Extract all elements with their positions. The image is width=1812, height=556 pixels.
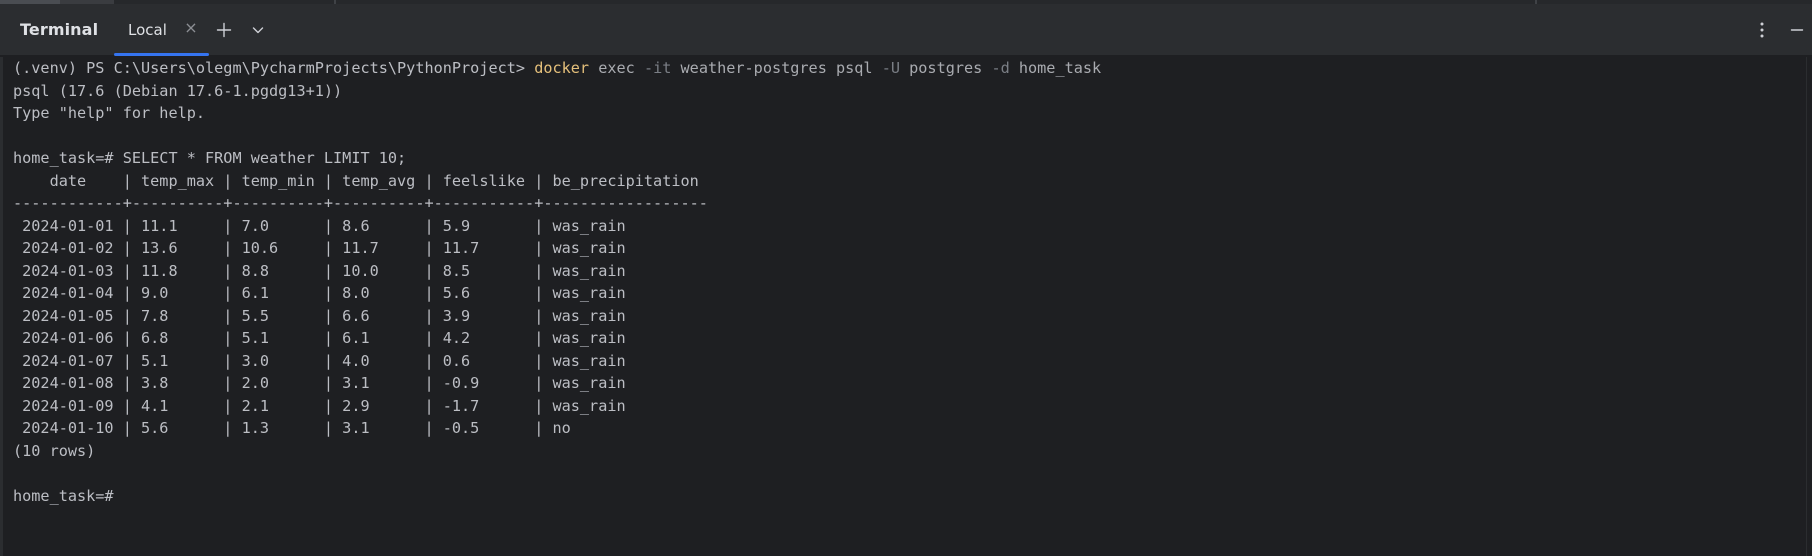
command-flag: -it <box>643 59 672 77</box>
editor-tab-edge <box>60 0 114 4</box>
table-row: 2024-01-10 | 5.6 | 1.3 | 3.1 | -0.5 | no <box>13 419 708 437</box>
command-arg: postgres <box>900 59 992 77</box>
more-options-button[interactable] <box>1750 18 1774 42</box>
more-vertical-icon <box>1760 22 1764 38</box>
shell-prompt: (.venv) PS C:\Users\olegm\PycharmProject… <box>13 59 535 77</box>
command-flag: -d <box>991 59 1010 77</box>
minimize-icon <box>1790 29 1804 31</box>
final-prompt: home_task=# <box>13 486 114 505</box>
new-tab-button[interactable] <box>212 18 236 42</box>
command-flag: -U <box>881 59 900 77</box>
psql-version-line: psql (17.6 (Debian 17.6-1.pgdg13+1)) <box>13 81 343 100</box>
table-row: 2024-01-05 | 7.8 | 5.5 | 6.6 | 3.9 | was… <box>13 306 708 325</box>
table-row: 2024-01-03 | 11.8 | 8.8 | 10.0 | 8.5 | w… <box>13 261 708 280</box>
minimize-button[interactable] <box>1785 18 1809 42</box>
command-arg: weather-postgres psql <box>671 59 882 77</box>
table-row: 2024-01-02 | 13.6 | 10.6 | 11.7 | 11.7 |… <box>13 239 708 257</box>
table-row: 2024-01-01 | 11.1 | 7.0 | 8.6 | 5.9 | wa… <box>13 216 708 235</box>
terminal-toolwindow-header: Terminal Local × <box>0 5 1812 56</box>
toolwindow-title: Terminal <box>20 20 99 39</box>
table-row: 2024-01-04 | 9.0 | 6.1 | 8.0 | 5.6 | was… <box>13 284 708 302</box>
query-line: home_task=# SELECT * FROM weather LIMIT … <box>13 149 407 167</box>
command-line: (.venv) PS C:\Users\olegm\PycharmProject… <box>13 57 1812 80</box>
command-name: docker <box>534 59 590 77</box>
table-body: 2024-01-01 | 11.1 | 7.0 | 8.6 | 5.9 | wa… <box>13 215 1812 440</box>
command-arg: home_task <box>1009 59 1102 77</box>
table-row: 2024-01-07 | 5.1 | 3.0 | 4.0 | 0.6 | was… <box>13 351 708 370</box>
editor-divider <box>1535 0 1537 4</box>
ide-window: Terminal Local × (.venv) PS C:\Users\ole… <box>0 0 1812 556</box>
tab-options-dropdown[interactable] <box>246 18 270 42</box>
scrollbar-track[interactable] <box>1806 57 1812 556</box>
command-arg: exec <box>589 59 644 77</box>
plus-icon <box>216 22 232 38</box>
table-header: date | temp_max | temp_min | temp_avg | … <box>13 171 708 190</box>
table-row: 2024-01-09 | 4.1 | 2.1 | 2.9 | -1.7 | wa… <box>13 396 708 415</box>
table-separator: ------------+----------+----------+-----… <box>13 194 708 212</box>
row-count: (10 rows) <box>13 441 96 460</box>
chevron-down-icon <box>252 27 264 34</box>
help-hint-line: Type "help" for help. <box>13 104 206 122</box>
editor-tab-edge <box>0 0 60 4</box>
active-tab-indicator <box>114 53 209 56</box>
table-row: 2024-01-08 | 3.8 | 2.0 | 3.1 | -0.9 | wa… <box>13 374 708 392</box>
terminal-output[interactable]: (.venv) PS C:\Users\olegm\PycharmProject… <box>0 57 1812 556</box>
tab-local[interactable]: Local × <box>114 5 209 56</box>
tab-label: Local <box>128 21 167 39</box>
close-icon[interactable]: × <box>182 19 200 37</box>
editor-divider <box>334 0 336 4</box>
table-row: 2024-01-06 | 6.8 | 5.1 | 6.1 | 4.2 | was… <box>13 329 708 347</box>
